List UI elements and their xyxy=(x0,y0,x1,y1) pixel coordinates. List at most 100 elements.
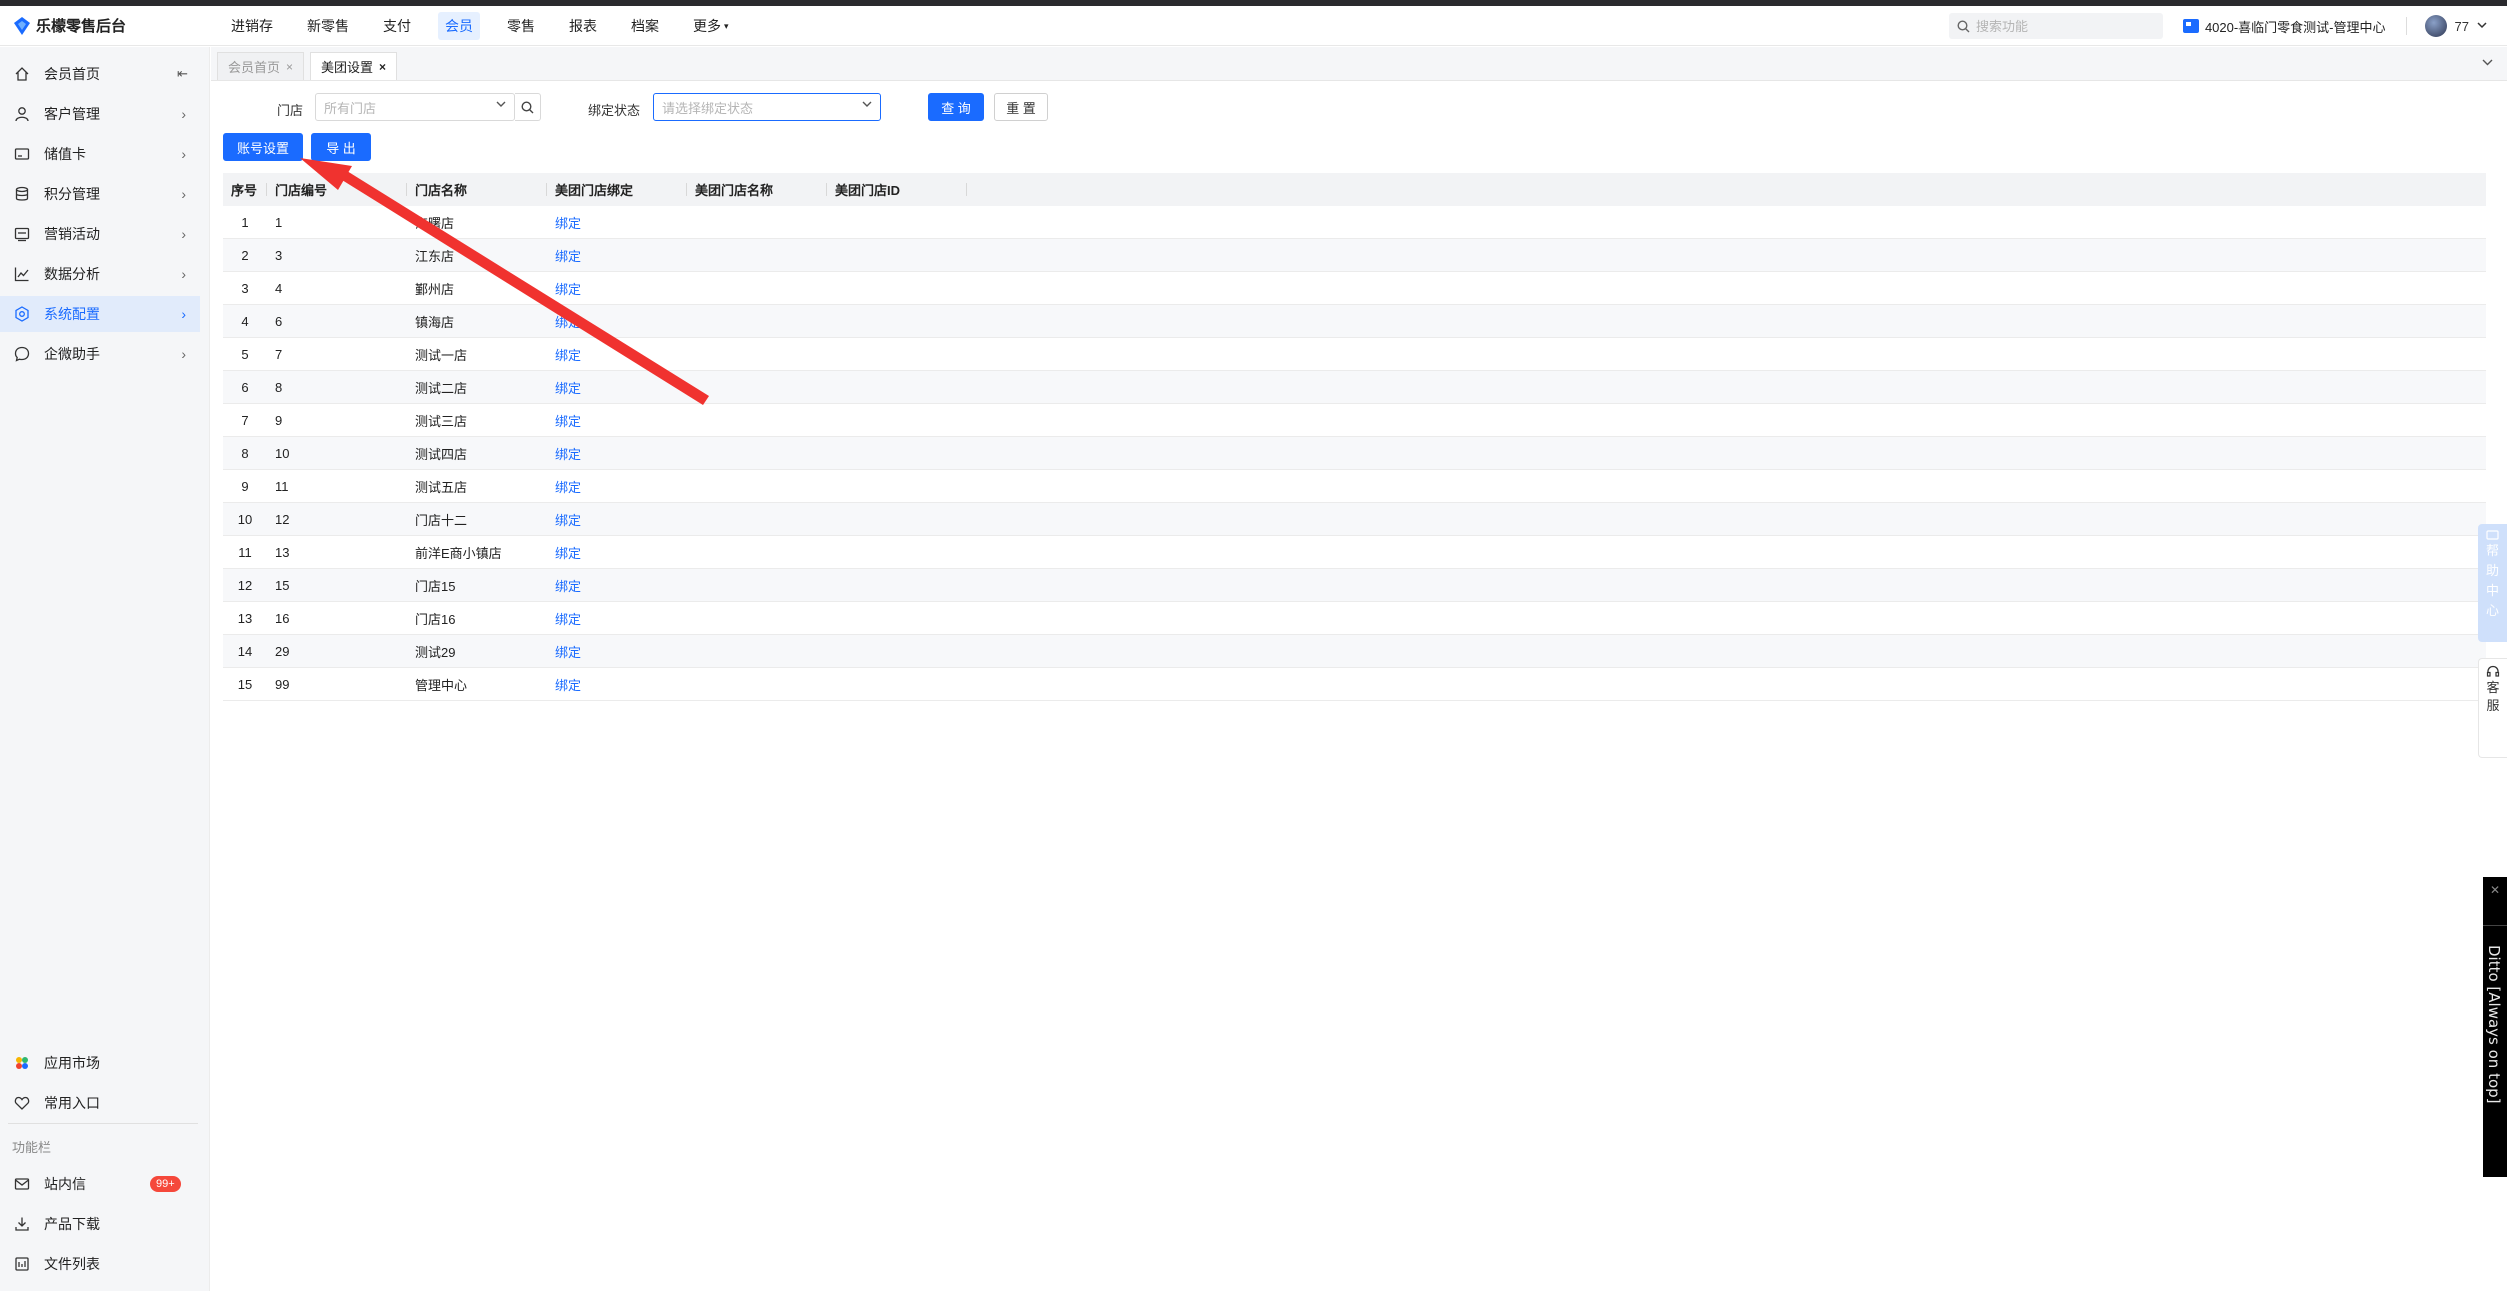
settings-icon xyxy=(14,306,30,322)
sidebar-item-system-config[interactable]: 系统配置 › xyxy=(0,296,200,332)
cell-meituan-store-id xyxy=(827,338,967,371)
sidebar-item-label: 营销活动 xyxy=(44,226,100,242)
store-switcher[interactable]: 4020-喜临门零食测试-管理中心 xyxy=(2182,17,2386,36)
card-icon xyxy=(14,146,30,162)
chevron-down-icon xyxy=(496,99,506,111)
bind-link[interactable]: 绑定 xyxy=(555,312,581,331)
tab-meituan-settings[interactable]: 美团设置 × xyxy=(310,52,398,80)
database-icon xyxy=(14,186,30,202)
topnav-item-archive[interactable]: 档案 xyxy=(624,12,666,40)
cell-meituan-store-name xyxy=(687,437,827,470)
chevron-down-icon xyxy=(862,99,872,111)
cell-index: 11 xyxy=(238,544,252,560)
bind-link[interactable]: 绑定 xyxy=(555,543,581,562)
table-row: 10 12 门店十二 绑定 xyxy=(223,503,2486,536)
cell-store-code: 9 xyxy=(275,412,283,428)
topnav-item-more[interactable]: 更多 ▾ xyxy=(686,12,736,40)
bind-link[interactable]: 绑定 xyxy=(555,675,581,694)
topnav-item-payment[interactable]: 支付 xyxy=(376,12,418,40)
store-binding-table: 序号 门店编号 门店名称 美团门店绑定 美团门店名称 美团门店ID 1 1 海曙店绑… xyxy=(223,173,2486,701)
chevron-right-icon: › xyxy=(181,146,186,162)
cell-store-code: 12 xyxy=(275,511,290,527)
sidebar-item-member-home[interactable]: 会员首页 ⇤ xyxy=(0,56,200,92)
chevron-right-icon: › xyxy=(181,186,186,202)
bind-status-placeholder: 请选择绑定状态 xyxy=(662,100,754,116)
message-icon xyxy=(2486,530,2499,540)
export-button[interactable]: 导 出 xyxy=(311,133,371,161)
bind-link[interactable]: 绑定 xyxy=(555,246,581,265)
tabs-dropdown-icon[interactable] xyxy=(2482,55,2493,69)
sidebar-item-downloads[interactable]: 产品下载 xyxy=(0,1206,200,1242)
cell-store-code: 6 xyxy=(275,313,283,329)
ditto-window[interactable]: ✕ Ditto [Always on top] xyxy=(2483,877,2507,1177)
sidebar-item-stored-value-card[interactable]: 储值卡 › xyxy=(0,136,200,172)
cell-store-code: 4 xyxy=(275,280,283,296)
cell-store-code: 10 xyxy=(275,445,290,461)
bind-link[interactable]: 绑定 xyxy=(555,444,581,463)
collapse-sidebar-icon[interactable]: ⇤ xyxy=(177,66,188,82)
topnav-item-retail[interactable]: 零售 xyxy=(500,12,542,40)
cell-index: 9 xyxy=(241,478,249,494)
page-tabs: 会员首页 × 美团设置 × xyxy=(211,47,2507,81)
bind-status-select[interactable]: 请选择绑定状态 xyxy=(653,93,881,121)
bind-link[interactable]: 绑定 xyxy=(555,576,581,595)
bind-link[interactable]: 绑定 xyxy=(555,345,581,364)
cell-meituan-store-name xyxy=(687,272,827,305)
cell-store-code: 16 xyxy=(275,610,290,626)
bind-link[interactable]: 绑定 xyxy=(555,279,581,298)
store-select[interactable]: 所有门店 xyxy=(315,93,515,121)
topnav-item-inventory[interactable]: 进销存 xyxy=(224,12,280,40)
bind-link[interactable]: 绑定 xyxy=(555,213,581,232)
sidebar: 会员首页 ⇤ 客户管理 › 储值卡 › 积分管理 › 营销活动 › 数据分析 ›… xyxy=(0,47,210,1291)
store-search-button[interactable] xyxy=(515,93,541,121)
bind-link[interactable]: 绑定 xyxy=(555,642,581,661)
topnav-item-member[interactable]: 会员 xyxy=(438,11,480,40)
cell-store-name: 测试四店 xyxy=(415,446,468,462)
close-icon[interactable]: ✕ xyxy=(2490,883,2500,897)
cell-meituan-store-name xyxy=(687,305,827,338)
user-menu[interactable]: 77 xyxy=(2424,15,2487,37)
close-icon[interactable]: × xyxy=(379,60,386,74)
account-settings-button[interactable]: 账号设置 xyxy=(223,133,303,161)
search-icon xyxy=(1957,19,1970,32)
app-logo[interactable]: 乐檬零售后台 xyxy=(14,15,214,36)
cell-meituan-bind: 绑定 xyxy=(547,371,687,404)
cell-meituan-store-id xyxy=(827,437,967,470)
cell-index: 4 xyxy=(241,313,249,329)
cell-meituan-store-name xyxy=(687,569,827,602)
chart-icon xyxy=(14,266,30,282)
sidebar-item-customers[interactable]: 客户管理 › xyxy=(0,96,200,132)
help-center-tab[interactable]: 帮 助 中 心 xyxy=(2478,524,2507,642)
cell-store-name: 江东店 xyxy=(415,248,455,264)
cell-meituan-bind: 绑定 xyxy=(547,305,687,338)
reset-button[interactable]: 重 置 xyxy=(994,93,1048,121)
user-icon xyxy=(14,106,30,122)
search-icon xyxy=(521,100,534,113)
sidebar-item-messages[interactable]: 站内信 99+ xyxy=(0,1166,200,1202)
cell-meituan-store-name xyxy=(687,371,827,404)
bind-link[interactable]: 绑定 xyxy=(555,477,581,496)
bind-link[interactable]: 绑定 xyxy=(555,378,581,397)
topnav-item-reports[interactable]: 报表 xyxy=(562,12,604,40)
cell-store-code: 7 xyxy=(275,346,283,362)
sidebar-item-data-analysis[interactable]: 数据分析 › xyxy=(0,256,200,292)
topnav-item-new-retail[interactable]: 新零售 xyxy=(300,12,356,40)
sidebar-item-points[interactable]: 积分管理 › xyxy=(0,176,200,212)
cs-char: 服 xyxy=(2486,698,2500,713)
customer-service-tab[interactable]: 客 服 xyxy=(2478,658,2507,758)
sidebar-item-marketing[interactable]: 营销活动 › xyxy=(0,216,200,252)
sidebar-item-wecom-assistant[interactable]: 企微助手 › xyxy=(0,336,200,372)
bind-link[interactable]: 绑定 xyxy=(555,609,581,628)
function-search-input[interactable] xyxy=(1975,18,2146,34)
sidebar-item-app-market[interactable]: 应用市场 xyxy=(0,1045,200,1081)
bind-link[interactable]: 绑定 xyxy=(555,510,581,529)
sidebar-item-file-list[interactable]: 文件列表 xyxy=(0,1246,200,1282)
bind-link[interactable]: 绑定 xyxy=(555,411,581,430)
function-search[interactable] xyxy=(1948,13,2163,39)
close-icon[interactable]: × xyxy=(286,60,293,74)
cell-store-name: 海曙店 xyxy=(415,215,455,231)
cell-index: 12 xyxy=(237,577,253,593)
query-button[interactable]: 查 询 xyxy=(928,93,984,121)
tab-member-home[interactable]: 会员首页 × xyxy=(217,52,305,80)
sidebar-item-favorites[interactable]: 常用入口 xyxy=(0,1085,200,1121)
